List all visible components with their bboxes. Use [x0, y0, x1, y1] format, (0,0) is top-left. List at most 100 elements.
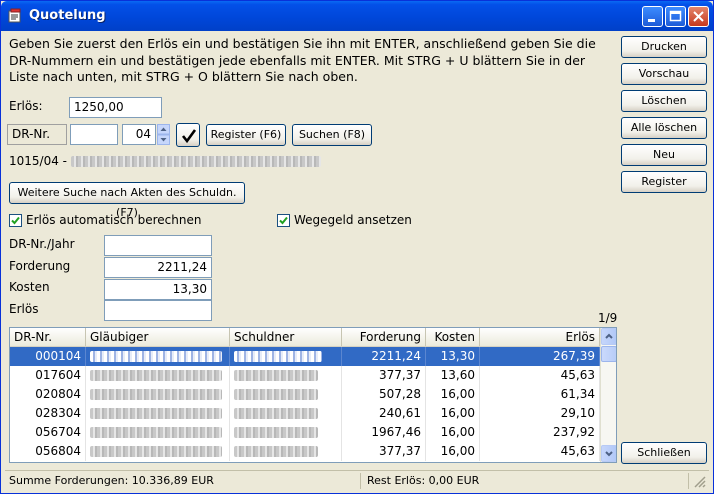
- auto-calc-checkbox[interactable]: [9, 214, 22, 227]
- instructions-text: Geben Sie zuerst den Erlös ein und bestä…: [9, 36, 596, 84]
- cell-forderung: 240,61: [342, 404, 426, 423]
- register-button[interactable]: Register: [621, 171, 707, 193]
- kosten-label: Kosten: [9, 280, 50, 294]
- cell-glaeubiger: [86, 366, 230, 385]
- scroll-down-button[interactable]: [601, 445, 616, 462]
- auto-calc-label: Erlös automatisch berechnen: [26, 213, 202, 227]
- chevron-up-icon: [605, 333, 613, 339]
- table-row[interactable]: 056704 1967,46 16,00 237,92: [10, 423, 600, 442]
- column-schuldner[interactable]: Schuldner: [230, 328, 342, 346]
- wegegeld-checkbox[interactable]: [277, 214, 290, 227]
- drucken-button[interactable]: Drucken: [621, 36, 707, 58]
- cell-dr-nr: 056804: [10, 442, 86, 461]
- resize-grip-icon[interactable]: [693, 475, 707, 489]
- list-scrollbar[interactable]: [600, 328, 616, 462]
- erloes-label: Erlös:: [9, 99, 43, 113]
- cell-forderung: 377,37: [342, 442, 426, 461]
- check-icon: [279, 216, 288, 225]
- schliessen-button[interactable]: Schließen: [621, 442, 707, 464]
- page-indicator: 1/9: [598, 311, 618, 325]
- status-summe: Summe Forderungen: 10.336,89 EUR: [5, 473, 361, 489]
- minimize-icon: [648, 19, 655, 22]
- status-rest: Rest Erlös: 0,00 EUR: [363, 473, 689, 489]
- column-kosten[interactable]: Kosten: [426, 328, 480, 346]
- checkmark-icon: [181, 129, 197, 144]
- erloes-input[interactable]: 1250,00: [69, 97, 162, 118]
- cell-dr-nr: 028304: [10, 404, 86, 423]
- case-number: 1015/04 -: [9, 154, 67, 168]
- dr-nr-jahr-field[interactable]: [104, 235, 212, 256]
- cell-kosten: 16,00: [426, 385, 480, 404]
- scroll-up-button[interactable]: [601, 328, 616, 345]
- cell-dr-nr: 020804: [10, 385, 86, 404]
- cell-erloes: 45,63: [480, 366, 600, 385]
- cell-forderung: 507,28: [342, 385, 426, 404]
- suchen-f8-button[interactable]: Suchen (F8): [292, 124, 372, 146]
- close-button[interactable]: [688, 6, 709, 27]
- results-list[interactable]: DR-Nr. Gläubiger Schuldner Forderung Kos…: [9, 327, 617, 463]
- column-glaeubiger[interactable]: Gläubiger: [86, 328, 230, 346]
- vorschau-button[interactable]: Vorschau: [621, 63, 707, 85]
- cell-glaeubiger: [86, 347, 230, 366]
- maximize-button[interactable]: [665, 6, 686, 27]
- case-info: 1015/04 -: [9, 154, 321, 168]
- maximize-icon: [669, 10, 682, 22]
- cell-kosten: 13,30: [426, 347, 480, 366]
- confirm-button[interactable]: [176, 123, 200, 147]
- cell-glaeubiger: [86, 423, 230, 442]
- cell-kosten: 16,00: [426, 404, 480, 423]
- alle-loeschen-button[interactable]: Alle löschen: [621, 117, 707, 139]
- minimize-button[interactable]: [642, 6, 663, 27]
- cell-glaeubiger: [86, 442, 230, 461]
- client-area: Geben Sie zuerst den Erlös ein und bestä…: [5, 31, 709, 489]
- table-row[interactable]: 056804 377,37 16,00 45,63: [10, 442, 600, 461]
- table-row[interactable]: 020804 507,28 16,00 61,34: [10, 385, 600, 404]
- title-bar[interactable]: Quotelung: [1, 1, 713, 31]
- dr-nr-label: DR-Nr.: [7, 124, 67, 145]
- table-row[interactable]: 017604 377,37 13,60 45,63: [10, 366, 600, 385]
- redacted-debtor-text: [70, 156, 321, 167]
- chevron-down-icon: [605, 451, 613, 457]
- cell-dr-nr: 000104: [10, 347, 86, 366]
- forderung-field[interactable]: 2211,24: [104, 257, 212, 278]
- cell-kosten: 13,60: [426, 366, 480, 385]
- loeschen-button[interactable]: Löschen: [621, 90, 707, 112]
- status-bar: Summe Forderungen: 10.336,89 EUR Rest Er…: [5, 470, 709, 490]
- cell-erloes: 45,63: [480, 442, 600, 461]
- cell-glaeubiger: [86, 385, 230, 404]
- scroll-thumb[interactable]: [601, 346, 616, 362]
- cell-forderung: 377,37: [342, 366, 426, 385]
- cell-kosten: 16,00: [426, 423, 480, 442]
- cell-schuldner: [230, 442, 342, 461]
- close-icon: [693, 11, 704, 22]
- column-erloes[interactable]: Erlös: [480, 328, 600, 346]
- erloes-field[interactable]: [104, 300, 212, 321]
- year-spinner[interactable]: [157, 124, 170, 145]
- check-icon: [11, 216, 20, 225]
- further-search-button[interactable]: Weitere Suche nach Akten des Schuldn. (F…: [9, 182, 245, 219]
- cell-erloes: 267,39: [480, 347, 600, 366]
- cell-glaeubiger: [86, 404, 230, 423]
- cell-kosten: 16,00: [426, 442, 480, 461]
- cell-forderung: 1967,46: [342, 423, 426, 442]
- quotelung-window: Quotelung Geben Sie zuerst den Erlös ein…: [0, 0, 714, 494]
- cell-erloes: 237,92: [480, 423, 600, 442]
- kosten-field[interactable]: 13,30: [104, 279, 212, 300]
- table-row[interactable]: 000104 2211,24 13,30 267,39: [10, 347, 600, 366]
- erloes-label-2: Erlös: [9, 302, 39, 316]
- app-icon: [8, 8, 21, 23]
- column-dr-nr[interactable]: DR-Nr.: [10, 328, 86, 346]
- cell-schuldner: [230, 423, 342, 442]
- register-f6-button[interactable]: Register (F6): [206, 124, 286, 146]
- cell-forderung: 2211,24: [342, 347, 426, 366]
- cell-schuldner: [230, 385, 342, 404]
- dr-nr-input[interactable]: [70, 124, 118, 145]
- cell-erloes: 29,10: [480, 404, 600, 423]
- dr-year-input[interactable]: 04: [122, 124, 156, 145]
- wegegeld-label: Wegegeld ansetzen: [294, 213, 412, 227]
- cell-schuldner: [230, 404, 342, 423]
- neu-button[interactable]: Neu: [621, 144, 707, 166]
- table-row[interactable]: 028304 240,61 16,00 29,10: [10, 404, 600, 423]
- cell-schuldner: [230, 347, 342, 366]
- column-forderung[interactable]: Forderung: [342, 328, 426, 346]
